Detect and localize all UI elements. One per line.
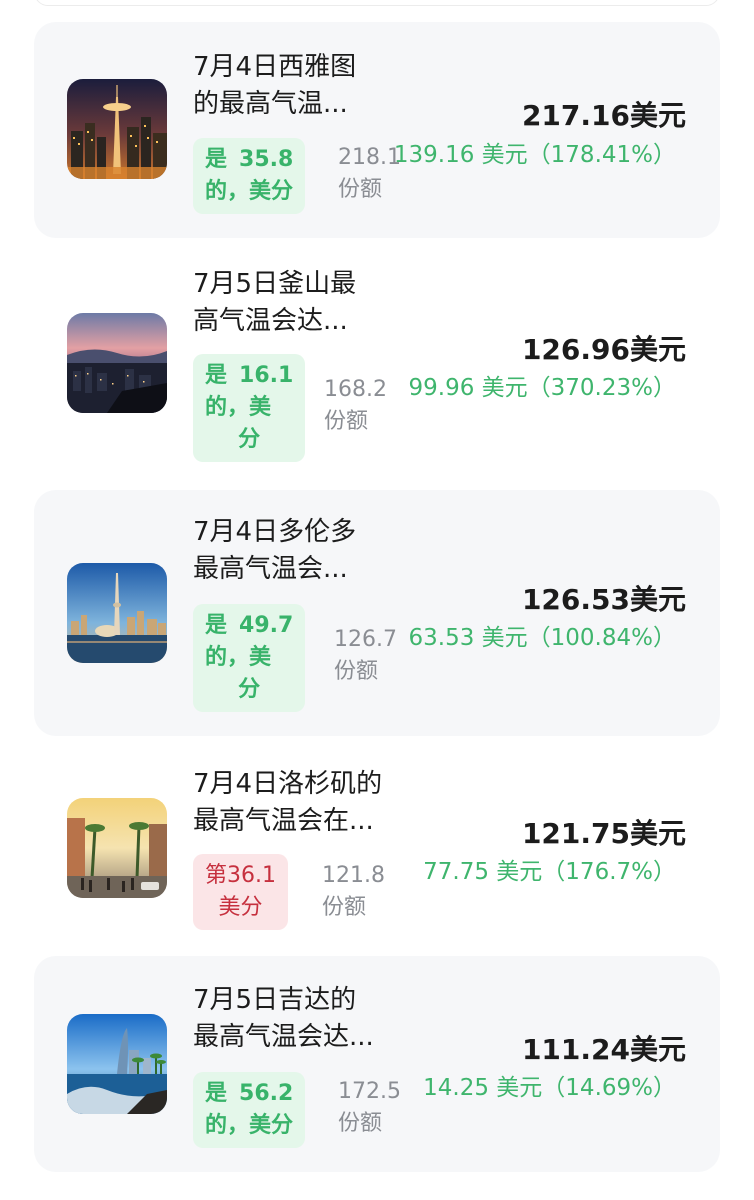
toronto-skyline-icon (67, 563, 167, 663)
shares-count: 218.1 份额 (338, 145, 401, 202)
position-value: 126.96美元 (521, 333, 686, 366)
position-gain: 99.96 美元（370.23%） (408, 375, 677, 401)
position-value: 126.53美元 (521, 583, 686, 616)
market-card-jeddah[interactable]: 7月5日吉达的 最高气温会达... 是 56.2 的，美分 172.5 份额 1… (34, 956, 720, 1172)
busan-city-dusk-icon (67, 313, 167, 413)
seattle-space-needle-night-icon (67, 79, 167, 179)
previous-card-edge (34, 0, 720, 6)
position-gain: 77.75 美元（176.7%） (423, 859, 676, 885)
shares-count: 126.7 份额 (334, 627, 397, 684)
los-angeles-street-icon (67, 798, 167, 898)
market-card-los-angeles[interactable]: 7月4日洛杉矶的 最高气温会在... 第36.1 美分 121.8 份额 121… (34, 754, 720, 950)
position-value: 121.75美元 (521, 817, 686, 850)
shares-count: 121.8 份额 (322, 863, 385, 920)
outcome-badge: 第36.1 美分 (193, 854, 288, 930)
position-gain: 63.53 美元（100.84%） (408, 625, 677, 651)
market-title[interactable]: 7月5日釜山最 高气温会达... (193, 266, 413, 340)
position-value: 111.24美元 (521, 1033, 686, 1066)
market-title[interactable]: 7月5日吉达的 最高气温会达... (193, 982, 413, 1056)
market-title[interactable]: 7月4日西雅图 的最高气温... (193, 49, 413, 123)
position-value: 217.16美元 (521, 99, 686, 132)
market-title[interactable]: 7月4日多伦多 最高气温会... (193, 514, 413, 588)
outcome-badge: 是 16.1 的，美 分 (193, 354, 306, 462)
outcome-badge: 是 56.2 的，美分 (193, 1072, 306, 1148)
outcome-badge: 是 35.8 的，美分 (193, 138, 306, 214)
market-card-toronto[interactable]: 7月4日多伦多 最高气温会... 是 49.7 的，美 分 126.7 份额 1… (34, 490, 720, 736)
position-gain: 14.25 美元（14.69%） (423, 1075, 676, 1101)
market-title[interactable]: 7月4日洛杉矶的 最高气温会在... (193, 766, 433, 840)
market-card-seattle[interactable]: 7月4日西雅图 的最高气温... 是 35.8 的，美分 218.1 份额 21… (34, 22, 720, 238)
outcome-badge: 是 49.7 的，美 分 (193, 604, 306, 712)
position-gain: 139.16 美元（178.41%） (393, 142, 676, 168)
jeddah-coast-icon (67, 1014, 167, 1114)
shares-count: 172.5 份额 (338, 1079, 401, 1136)
market-card-busan[interactable]: 7月5日釜山最 高气温会达... 是 16.1 的，美 分 168.2 份额 1… (34, 256, 720, 472)
shares-count: 168.2 份额 (324, 377, 387, 434)
